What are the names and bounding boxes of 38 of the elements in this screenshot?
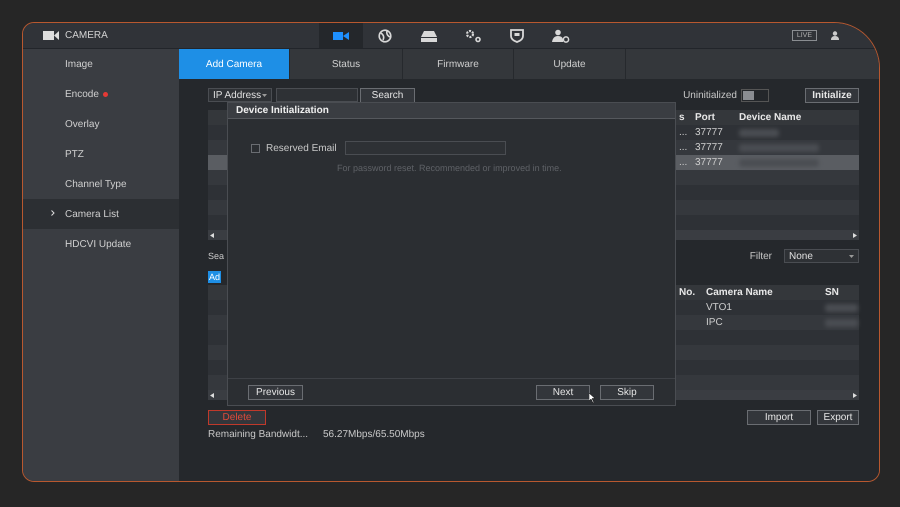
- table-cell-text: ...: [679, 157, 688, 168]
- bandwidth-label: Remaining Bandwidt...: [208, 428, 310, 440]
- import-button[interactable]: Import: [747, 410, 811, 425]
- table-cell-text: VTO1: [706, 302, 733, 313]
- column-header: SN: [825, 287, 840, 298]
- column-header: Device Name: [739, 112, 802, 123]
- table-cell-text: ...: [679, 127, 688, 138]
- section-label: Sea: [208, 251, 224, 261]
- checkbox-label: Reserved Email: [266, 142, 337, 154]
- column-header: s: [679, 112, 686, 123]
- bandwidth-value: 56.27Mbps/65.50Mbps: [323, 428, 425, 440]
- table-cell-text: 37777: [695, 157, 724, 168]
- search-type-dropdown[interactable]: IP Address: [208, 88, 272, 102]
- filter-label: Filter: [750, 250, 772, 262]
- dialog-button[interactable]: Next: [536, 384, 590, 400]
- filter-dropdown[interactable]: None: [784, 249, 859, 263]
- search-button[interactable]: Search: [360, 88, 415, 102]
- page-title: CAMERA: [65, 30, 108, 41]
- sidebar-item[interactable]: Overlay: [23, 109, 179, 139]
- toggle-label: Uninitialized: [683, 90, 737, 100]
- table-cell-text: 37777: [695, 127, 724, 138]
- sidebar-item[interactable]: Channel Type: [23, 169, 179, 199]
- column-header: Camera Name: [706, 287, 774, 298]
- dialog-title: Device Initialization: [236, 105, 329, 116]
- column-header: No.: [679, 287, 696, 298]
- export-button[interactable]: Export: [817, 410, 859, 425]
- sidebar-item[interactable]: HDCVI Update: [23, 229, 179, 259]
- dialog-button[interactable]: Skip: [600, 384, 654, 400]
- column-header: Port: [695, 112, 716, 123]
- sidebar-item[interactable]: PTZ: [23, 139, 179, 169]
- dialog-button[interactable]: Previous: [248, 384, 303, 400]
- sidebar-item[interactable]: Camera List: [23, 199, 179, 229]
- table-cell-text: ...: [679, 142, 688, 153]
- table-cell-text: IPC: [706, 317, 724, 328]
- initialize-button[interactable]: Initialize: [805, 88, 859, 102]
- sidebar-item[interactable]: Encode: [23, 79, 179, 109]
- table-cell-text: 37777: [695, 142, 724, 153]
- sidebar-item[interactable]: Image: [23, 49, 179, 79]
